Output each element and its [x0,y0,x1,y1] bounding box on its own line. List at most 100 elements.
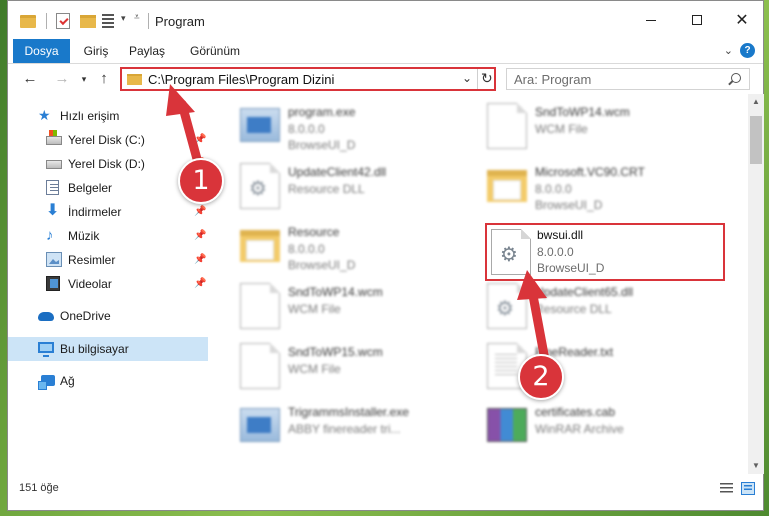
tiles-view-icon[interactable] [741,482,755,495]
file-item[interactable]: SndToWP14.wcm WCM File [234,278,474,336]
folder-icon [127,74,142,85]
refresh-icon[interactable]: ↻ [481,70,493,87]
folder-icon [240,230,280,262]
file-detail: 8.0.0.0 [288,122,325,136]
sidebar-item-label: Yerel Disk (C:) [68,133,145,147]
quick-access-separator [46,13,47,29]
file-detail: Resource DLL [288,182,365,196]
sidebar-item-downloads[interactable]: ⬇ İndirmeler 📌 [8,200,208,224]
sidebar-item-label: Müzik [68,229,100,243]
help-icon[interactable]: ? [740,43,755,58]
file-name: UpdateClient65.dll [535,285,634,299]
sidebar-item-music[interactable]: ♪ Müzik 📌 [8,224,208,248]
forward-arrow-icon[interactable]: → [52,69,72,89]
document-icon [46,180,59,195]
drive-icon [46,130,62,145]
winrar-icon [487,408,527,442]
file-detail: 8.0.0.0 [288,242,325,256]
maximize-icon [692,15,702,25]
file-detail: WCM File [288,362,341,376]
file-item[interactable]: SndToWP15.wcm WCM File [234,338,474,396]
folder-icon [20,15,36,28]
scroll-up-icon[interactable]: ▲ [748,94,764,110]
new-folder-icon[interactable] [80,15,96,28]
sidebar-item-quick-access[interactable]: ★ Hızlı erişim [8,104,208,128]
star-icon: ★ [38,107,51,123]
file-detail: WCM File [288,302,341,316]
file-item[interactable]: certificates.cab WinRAR Archive [481,398,721,456]
file-name: TrigrammsInstaller.exe [288,405,409,419]
address-separator [477,69,478,89]
tab-file[interactable]: Dosya [13,39,70,63]
pin-icon[interactable]: 📌 [194,206,206,217]
pc-icon [38,342,54,357]
pin-icon[interactable]: 📌 [194,278,206,289]
file-detail: BrowseUI_D [535,198,603,212]
pin-icon[interactable]: 📌 [194,134,206,145]
maximize-button[interactable] [674,1,720,39]
sidebar-item-label: Belgeler [68,181,113,195]
download-icon: ⬇ [46,202,60,219]
file-name: SndToWP14.wcm [535,105,630,119]
search-icon[interactable] [731,73,741,83]
minimize-button[interactable] [628,1,674,39]
close-button[interactable]: ✕ [719,1,765,39]
chevron-down-icon[interactable]: ▾ [121,13,126,33]
file-detail: BrowseUI_D [288,258,356,272]
pin-icon[interactable]: 📌 [194,254,206,265]
sidebar-item-label: Resimler [68,253,116,267]
properties-icon[interactable] [56,13,70,29]
sidebar-item-pictures[interactable]: Resimler 📌 [8,248,208,272]
search-box[interactable]: Ara: Program [506,68,750,90]
tab-share[interactable]: Paylaş [124,39,170,63]
title-separator [148,13,149,29]
file-name: bwsui.dll [537,228,584,242]
highlighted-file-item[interactable]: bwsui.dll 8.0.0.0 BrowseUI_D [485,223,725,281]
address-history-icon[interactable]: ⌄ [462,71,472,85]
details-view-icon[interactable] [720,483,733,495]
tab-view[interactable]: Görünüm [182,39,248,63]
address-bar[interactable]: C:\Program Files\Program Dizini ⌄ ↻ [120,67,496,91]
file-item[interactable]: Resource 8.0.0.0 BrowseUI_D [234,218,474,276]
file-item[interactable]: FineReader.txt [481,338,721,396]
sidebar-item-videos[interactable]: Videolar 📌 [8,272,208,296]
file-item[interactable]: Microsoft.VC90.CRT 8.0.0.0 BrowseUI_D [481,158,721,216]
status-bar: 151 öğe [8,474,763,504]
file-item[interactable]: TrigrammsInstaller.exe ABBY finereader t… [234,398,474,456]
file-item[interactable]: SndToWP14.wcm WCM File [481,98,721,156]
ribbon-tabs: Dosya Giriş Paylaş Görünüm ⌄ ? [8,39,763,64]
explorer-window: ▾ ⩡ Program ✕ Dosya Giriş Paylaş Görünüm… [7,0,764,511]
pin-icon[interactable]: 📌 [194,230,206,241]
sidebar-item-local-disk-d[interactable]: Yerel Disk (D:) 📌 [8,152,208,176]
scroll-down-icon[interactable]: ▼ [748,458,764,474]
view-options-icon[interactable] [102,14,114,28]
sidebar-item-network[interactable]: Ağ [8,369,208,393]
back-arrow-icon[interactable]: ← [20,69,40,89]
scroll-thumb[interactable] [750,116,762,164]
file-item[interactable]: UpdateClient65.dll Resource DLL [481,278,721,336]
file-item[interactable]: UpdateClient42.dll Resource DLL [234,158,474,216]
customize-toolbar-icon[interactable]: ⩡ [134,12,140,32]
page-icon [240,283,280,329]
expand-ribbon-icon[interactable]: ⌄ [724,44,733,57]
close-icon: ✕ [735,12,749,29]
sidebar-item-this-pc[interactable]: Bu bilgisayar [8,337,208,361]
tab-home[interactable]: Giriş [78,39,114,63]
address-path[interactable]: C:\Program Files\Program Dizini [148,72,334,87]
up-arrow-icon[interactable]: ↑ [94,69,114,89]
file-detail: Resource DLL [535,302,612,316]
drive-icon [46,160,62,169]
file-item[interactable]: program.exe 8.0.0.0 BrowseUI_D [234,98,474,156]
sidebar-item-label: Yerel Disk (D:) [68,157,145,171]
sidebar-item-onedrive[interactable]: OneDrive [8,304,208,328]
file-detail: WinRAR Archive [535,422,624,436]
sidebar-item-local-disk-c[interactable]: Yerel Disk (C:) 📌 [8,128,208,152]
page-icon [487,103,527,149]
search-placeholder[interactable]: Ara: Program [514,72,591,87]
file-name: certificates.cab [535,405,616,419]
sidebar-item-label: Ağ [60,374,75,388]
network-icon [38,375,55,390]
file-detail: 8.0.0.0 [537,245,574,259]
vertical-scrollbar[interactable]: ▲ ▼ [748,94,764,474]
recent-locations-icon[interactable]: ▾ [74,69,94,89]
